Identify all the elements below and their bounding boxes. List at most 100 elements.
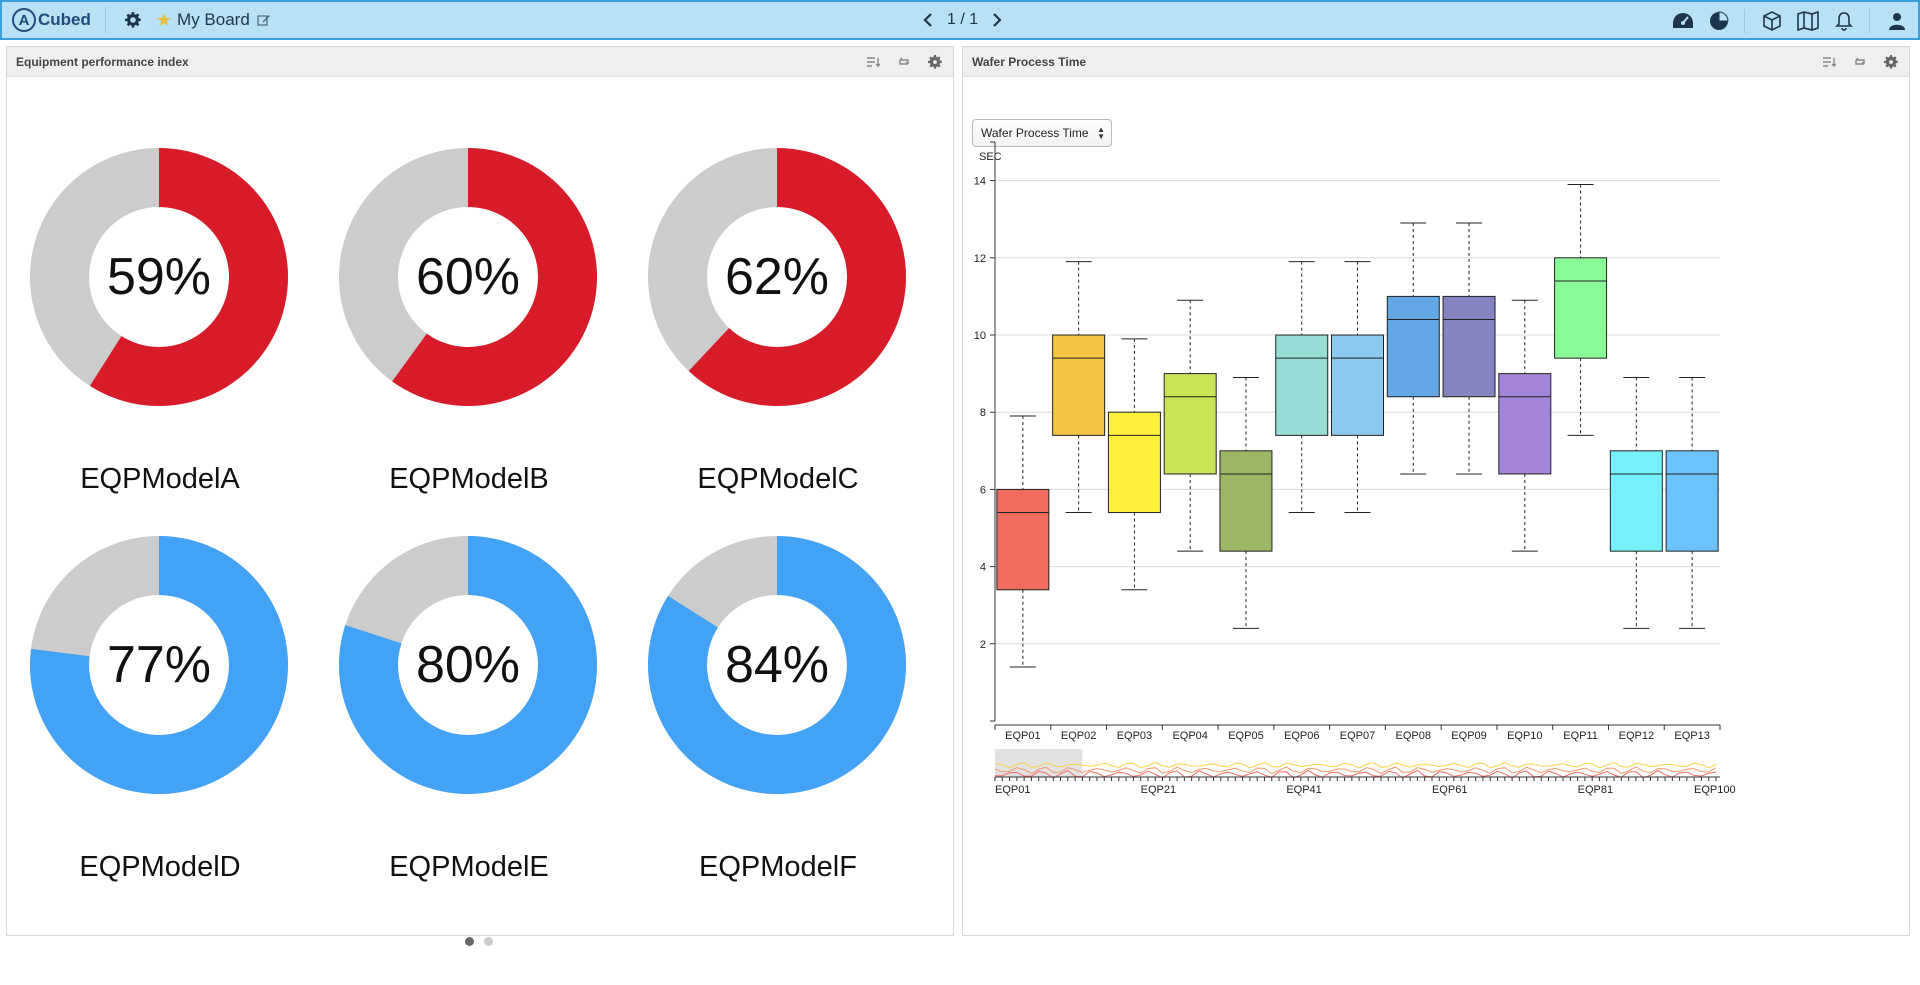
box-EQP06[interactable] xyxy=(1275,334,1329,436)
cube-icon[interactable] xyxy=(1759,8,1785,34)
navigator-selection[interactable] xyxy=(995,749,1083,777)
navigator-label: EQP01 xyxy=(995,784,1030,796)
donut-model-label: EQPModelA xyxy=(80,463,240,495)
panel-title: Equipment performance index xyxy=(16,54,189,69)
gear-icon[interactable] xyxy=(1881,52,1901,72)
board-title-text: My Board xyxy=(177,10,250,29)
box-EQP01[interactable] xyxy=(996,488,1050,591)
box-EQP02[interactable] xyxy=(1052,334,1106,436)
y-tick-label: 4 xyxy=(980,562,986,574)
donut-EQPModelE[interactable]: 80% EQPModelE xyxy=(316,535,616,915)
star-icon[interactable]: ★ xyxy=(156,10,172,31)
toolbar-divider xyxy=(104,7,106,33)
donut-EQPModelC[interactable]: 62% EQPModelC xyxy=(625,147,925,527)
page-dots xyxy=(465,937,503,946)
board-title[interactable]: ★ My Board xyxy=(156,7,274,33)
box-EQP10[interactable] xyxy=(1498,373,1552,475)
donut-model-label: EQPModelC xyxy=(697,463,859,495)
wafer-process-time-boxplot[interactable]: 2 4 6 8 10 12 14 EQP01 EQP02 EQP03 EQP04 EQP05 EQP06… xyxy=(963,77,1909,935)
toolbar-divider xyxy=(1869,9,1870,33)
box-EQP08[interactable] xyxy=(1386,295,1440,398)
donut-percent-label: 80% xyxy=(415,636,521,694)
donut-EQPModelF[interactable]: 84% EQPModelF xyxy=(625,535,925,915)
donut-model-label: EQPModelD xyxy=(79,851,241,883)
navigator-series-line xyxy=(994,761,1717,769)
x-tick-label: EQP05 xyxy=(1228,730,1263,742)
box-EQP03[interactable] xyxy=(1107,411,1161,514)
donut-percent-label: 62% xyxy=(724,248,830,306)
page-dot[interactable] xyxy=(465,937,474,946)
navigator-label: EQP21 xyxy=(1141,784,1176,796)
toolbar-right xyxy=(1660,8,1910,34)
dashboard-gauge-icon[interactable] xyxy=(1670,8,1696,34)
box-EQP12[interactable] xyxy=(1609,450,1663,552)
x-tick-label: EQP04 xyxy=(1172,730,1207,742)
navigator-label: EQP41 xyxy=(1286,784,1321,796)
navigator-label: EQP100 xyxy=(1694,784,1736,796)
navigator-label: EQP81 xyxy=(1578,784,1613,796)
donut-percent-label: 84% xyxy=(724,636,830,694)
box-EQP11[interactable] xyxy=(1554,257,1608,359)
sort-list-icon[interactable] xyxy=(1819,52,1839,72)
map-icon[interactable] xyxy=(1795,8,1821,34)
panel-tools xyxy=(852,52,945,72)
chevron-left-icon[interactable] xyxy=(917,9,939,31)
panel-tools xyxy=(1808,52,1901,72)
donut-model-label: EQPModelE xyxy=(389,851,549,883)
x-tick-label: EQP11 xyxy=(1563,730,1598,742)
top-bar: A Cubed ★ My Board 1 / 1 xyxy=(0,0,1920,40)
toolbar-divider xyxy=(1744,9,1745,33)
y-tick-label: 6 xyxy=(980,484,986,496)
x-tick-label: EQP07 xyxy=(1340,730,1375,742)
chevron-right-icon[interactable] xyxy=(986,9,1008,31)
logo-text: Cubed xyxy=(38,10,91,29)
pager-text: 1 / 1 xyxy=(947,11,979,28)
donut-percent-label: 59% xyxy=(106,248,212,306)
donut-EQPModelB[interactable]: 60% EQPModelB xyxy=(316,147,616,527)
panel-header: Equipment performance index xyxy=(7,47,953,77)
x-tick-label: EQP03 xyxy=(1117,730,1152,742)
user-icon[interactable] xyxy=(1884,8,1910,34)
y-tick-label: 8 xyxy=(980,407,986,419)
page-dot[interactable] xyxy=(484,937,493,946)
box-EQP13[interactable] xyxy=(1665,450,1719,552)
box-EQP05[interactable] xyxy=(1219,450,1273,552)
y-tick-label: 14 xyxy=(974,176,986,188)
donut-percent-label: 60% xyxy=(415,248,521,306)
logo-mark: A xyxy=(12,8,36,32)
wafer-process-time-panel: Wafer Process Time Wafer Process Time ▲ ▼… xyxy=(962,46,1910,936)
app-logo[interactable]: A Cubed xyxy=(12,8,91,32)
x-tick-label: EQP09 xyxy=(1451,730,1486,742)
x-tick-label: EQP02 xyxy=(1061,730,1096,742)
x-tick-label: EQP12 xyxy=(1619,730,1654,742)
equipment-performance-panel: Equipment performance index 59% EQPModelA… xyxy=(6,46,955,946)
donut-EQPModelD[interactable]: 77% EQPModelD xyxy=(7,535,307,915)
y-tick-label: 10 xyxy=(974,330,986,342)
sort-list-icon[interactable] xyxy=(863,52,883,72)
navigator-label: EQP61 xyxy=(1432,784,1467,796)
box-EQP09[interactable] xyxy=(1442,295,1496,398)
gear-icon[interactable] xyxy=(120,7,146,33)
refresh-icon[interactable] xyxy=(1850,52,1870,72)
donut-EQPModelA[interactable]: 59% EQPModelA xyxy=(7,147,307,527)
y-tick-label: 2 xyxy=(980,639,986,651)
panel-header: Wafer Process Time xyxy=(963,47,1909,77)
y-tick-label: 12 xyxy=(974,253,986,265)
x-tick-label: EQP13 xyxy=(1674,730,1709,742)
gear-icon[interactable] xyxy=(925,52,945,72)
pie-chart-icon[interactable] xyxy=(1706,8,1732,34)
refresh-icon[interactable] xyxy=(894,52,914,72)
bell-icon[interactable] xyxy=(1831,8,1857,34)
chart-area: Wafer Process Time ▲ ▼ SEC 2 4 6 8 10 12 14 EQP0… xyxy=(963,77,1911,935)
x-tick-label: EQP06 xyxy=(1284,730,1319,742)
x-tick-label: EQP01 xyxy=(1005,730,1040,742)
x-tick-label: EQP10 xyxy=(1507,730,1542,742)
board-pager: 1 / 1 xyxy=(917,9,1008,31)
box-EQP04[interactable] xyxy=(1163,373,1217,475)
box-EQP07[interactable] xyxy=(1331,334,1384,436)
x-tick-label: EQP08 xyxy=(1396,730,1431,742)
pencil-edit-icon[interactable] xyxy=(254,7,274,33)
donut-model-label: EQPModelF xyxy=(699,851,857,883)
donut-model-label: EQPModelB xyxy=(389,463,549,495)
donut-grid: 59% EQPModelA 60% EQPModelB 62% EQPModelC 77% E… xyxy=(7,77,955,946)
